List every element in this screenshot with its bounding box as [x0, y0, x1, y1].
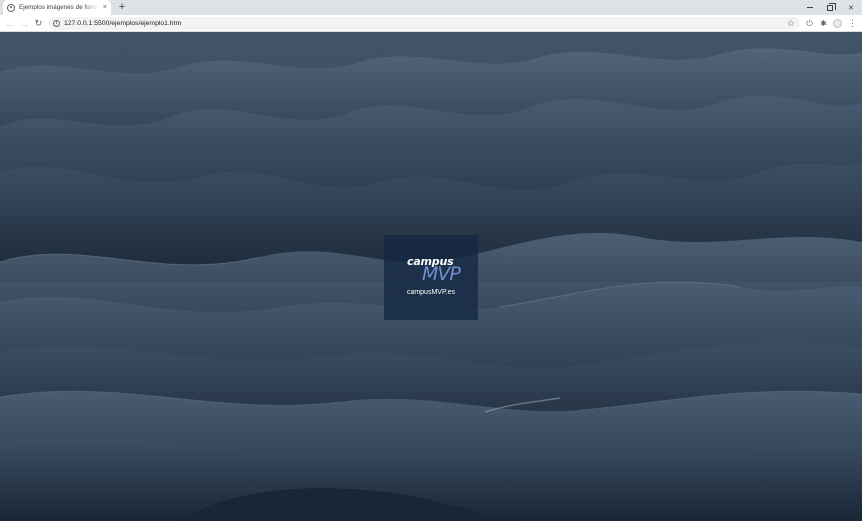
address-bar[interactable]: i 127.0.0.1:5500/ejemplos/ejemplo1.htm ☆ — [48, 17, 800, 30]
new-tab-button[interactable]: + — [116, 1, 128, 14]
bookmark-star-icon[interactable]: ☆ — [787, 17, 795, 30]
minimize-icon — [807, 7, 813, 8]
back-button[interactable]: ← — [3, 17, 16, 30]
forward-button[interactable]: → — [18, 17, 31, 30]
extension-power-icon[interactable]: ⏻ — [803, 17, 816, 30]
tab-title: Ejemplos imágenes de fondo m — [19, 4, 99, 11]
extensions-puzzle-icon[interactable]: ✱ — [817, 17, 830, 30]
logo-caption: campusMVP.es — [406, 289, 456, 296]
avatar-icon — [833, 19, 842, 28]
url-text[interactable]: 127.0.0.1:5500/ejemplos/ejemplo1.htm — [64, 18, 181, 29]
tab-strip: Ejemplos imágenes de fondo m × + ✕ — [0, 0, 862, 15]
browser-toolbar: ← → ↻ i 127.0.0.1:5500/ejemplos/ejemplo1… — [0, 15, 862, 32]
campusmvp-logo-box: campus MVP campusMVP.es — [384, 235, 478, 320]
browser-menu-button[interactable]: ⋮ — [846, 17, 859, 30]
page-viewport: campus MVP campusMVP.es — [0, 32, 862, 521]
browser-tab[interactable]: Ejemplos imágenes de fondo m × — [3, 0, 111, 15]
site-info-icon[interactable]: i — [53, 20, 60, 27]
reload-button[interactable]: ↻ — [32, 17, 45, 30]
tab-close-icon[interactable]: × — [103, 4, 107, 11]
restore-icon — [827, 2, 836, 11]
globe-icon — [7, 3, 15, 12]
logo-mvp-text: MVP — [422, 263, 461, 285]
close-window-button[interactable]: ✕ — [838, 0, 862, 15]
profile-avatar-button[interactable] — [831, 17, 844, 30]
